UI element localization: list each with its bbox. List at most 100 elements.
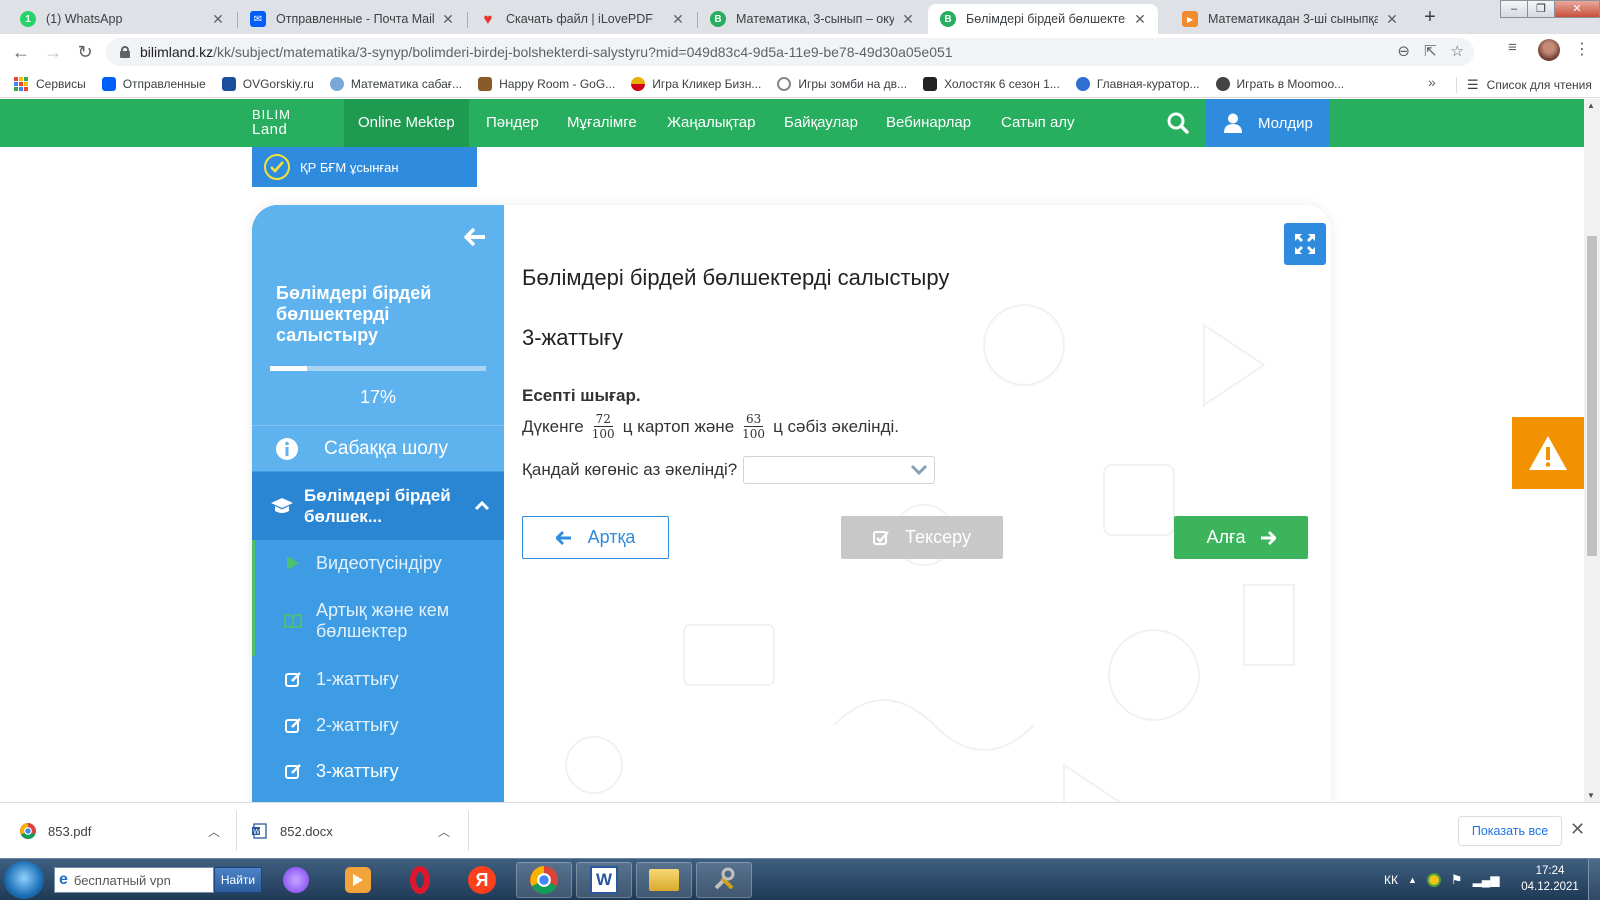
- download-item-docx[interactable]: W 852.docx ︿: [252, 803, 450, 859]
- sidebar-item-theory[interactable]: Артық және кем бөлшектер: [252, 586, 504, 656]
- browser-tab-mail[interactable]: ✉ Отправленные - Почта Mail.ru ✕: [238, 4, 466, 34]
- nav-webinars[interactable]: Вебинарлар: [872, 99, 985, 147]
- close-window-button[interactable]: ✕: [1554, 0, 1600, 18]
- close-tab-icon[interactable]: ✕: [1384, 11, 1400, 28]
- browser-tab-matematika[interactable]: B Математика, 3-сынып – окушы ✕: [698, 4, 926, 34]
- bookmark-item[interactable]: Главная-куратор...: [1075, 76, 1200, 91]
- share-icon[interactable]: ⇱: [1424, 42, 1437, 60]
- forward-arrow-icon[interactable]: →: [40, 40, 66, 66]
- bookmarks-more-button[interactable]: »: [1428, 74, 1436, 90]
- sidebar-item-exercise-1[interactable]: 1-жаттығу: [252, 656, 504, 702]
- search-icon[interactable]: [1166, 111, 1190, 135]
- user-menu-button[interactable]: Молдир: [1206, 99, 1330, 147]
- chevron-up-icon[interactable]: ︿: [208, 823, 220, 840]
- close-tab-icon[interactable]: ✕: [210, 11, 226, 28]
- tools-app-icon[interactable]: [696, 862, 752, 898]
- browser-tab-ilovepdf[interactable]: ♥ Скачать файл | iLovePDF ✕: [468, 4, 696, 34]
- nav-buy[interactable]: Сатып алу: [987, 99, 1089, 147]
- tray-app-icon[interactable]: [1426, 873, 1441, 887]
- nav-teachers[interactable]: Мұғалімге: [553, 99, 651, 147]
- check-button[interactable]: Тексеру: [841, 516, 1003, 559]
- scroll-up-icon[interactable]: ▲: [1587, 101, 1595, 110]
- scrollbar-thumb[interactable]: [1587, 236, 1597, 556]
- bookmark-item[interactable]: Играть в Moomoo...: [1215, 76, 1344, 91]
- minimize-button[interactable]: –: [1500, 0, 1528, 18]
- nav-online-mektep[interactable]: Online Mektep: [344, 99, 469, 147]
- sidebar-item-label: 2-жаттығу: [316, 714, 399, 735]
- browser-tab-video[interactable]: ▶ Математикадан 3-ші сыныпқа ✕: [1170, 4, 1410, 34]
- chevron-up-icon[interactable]: ︿: [438, 823, 450, 840]
- bookmark-item[interactable]: Холостяк 6 сезон 1...: [923, 76, 1060, 91]
- flag-icon[interactable]: ⚑: [1451, 872, 1463, 888]
- close-tab-icon[interactable]: ✕: [670, 11, 686, 28]
- mail-icon: ✉: [250, 11, 266, 27]
- network-icon[interactable]: ▂▄▆: [1473, 873, 1500, 887]
- tab-title: (1) WhatsApp: [46, 12, 123, 26]
- download-item-pdf[interactable]: 853.pdf ︿: [20, 803, 220, 859]
- ministry-badge: ҚР БҒМ ұсынған: [252, 147, 477, 187]
- taskbar-clock[interactable]: 17:24 04.12.2021: [1520, 863, 1580, 895]
- reading-list-button[interactable]: ☰ Список для чтения: [1456, 77, 1592, 93]
- maximize-button[interactable]: ❐: [1527, 0, 1555, 18]
- collapse-arrow-icon[interactable]: [464, 227, 488, 251]
- url-host: bilimland.kz: [140, 44, 214, 60]
- tray-expand-icon[interactable]: ▲: [1408, 875, 1417, 885]
- opera-icon[interactable]: [392, 862, 448, 898]
- nav-subjects[interactable]: Пәндер: [472, 99, 553, 147]
- nav-news[interactable]: Жаңалықтар: [653, 99, 769, 147]
- show-all-downloads-button[interactable]: Показать все: [1458, 816, 1562, 846]
- menu-dots-icon[interactable]: ⋮: [1574, 39, 1590, 59]
- scroll-down-icon[interactable]: ▼: [1587, 791, 1595, 800]
- bookmark-item[interactable]: Игры зомби на дв...: [777, 76, 907, 91]
- alice-app-icon[interactable]: [268, 862, 324, 898]
- sidebar-item-exercise-3[interactable]: 3-жаттығу: [252, 748, 504, 794]
- arrow-left-icon: [555, 530, 572, 545]
- nav-contests[interactable]: Байқаулар: [770, 99, 872, 147]
- bookmark-item[interactable]: OVGorskiy.ru: [221, 76, 314, 91]
- bilimland-logo[interactable]: BILIM Land: [252, 107, 291, 137]
- new-tab-button[interactable]: +: [1418, 6, 1442, 30]
- chevron-up-icon: [474, 501, 490, 511]
- close-downloads-icon[interactable]: ✕: [1570, 819, 1585, 840]
- taskbar-find-button[interactable]: Найти: [214, 867, 262, 893]
- close-tab-icon[interactable]: ✕: [1132, 11, 1148, 28]
- next-button[interactable]: Алға: [1174, 516, 1308, 559]
- bookmark-item[interactable]: Happy Room - GoG...: [478, 76, 615, 91]
- start-button[interactable]: [4, 861, 44, 899]
- answer-select[interactable]: [743, 456, 936, 484]
- taskbar-search-input[interactable]: e бесплатный vpn: [54, 867, 214, 893]
- bookmark-apps[interactable]: Сервисы: [14, 76, 86, 91]
- chrome-taskbar-icon[interactable]: [516, 862, 572, 898]
- sidebar-item-review[interactable]: Сабаққа шолу: [252, 425, 504, 471]
- sidebar-item-label: Видеотүсіндіру: [316, 552, 442, 573]
- address-bar[interactable]: bilimland.kz/kk/subject/matematika/3-syn…: [106, 38, 1474, 66]
- fullscreen-button[interactable]: [1284, 223, 1326, 265]
- reading-mode-icon[interactable]: ≡: [1508, 39, 1517, 56]
- sidebar-item-video[interactable]: Видеотүсіндіру: [252, 540, 504, 586]
- bookmark-item[interactable]: Отправленные: [101, 76, 206, 91]
- word-taskbar-icon[interactable]: W: [576, 862, 632, 898]
- browser-tab-active[interactable]: B Бөлімдері бірдей бөлшектерді ✕: [928, 4, 1158, 34]
- reload-icon[interactable]: ↻: [72, 40, 98, 66]
- page-scrollbar[interactable]: ▲ ▼: [1584, 99, 1600, 802]
- task-statement: Дүкенге 72 100 ц картоп және 63 100 ц сә…: [522, 412, 899, 441]
- back-button[interactable]: Артқа: [522, 516, 669, 559]
- yandex-browser-icon[interactable]: Я: [454, 862, 510, 898]
- zoom-icon[interactable]: ⊖: [1397, 42, 1410, 60]
- browser-tab-whatsapp[interactable]: 1 (1) WhatsApp ✕: [8, 4, 236, 34]
- report-error-button[interactable]: [1512, 417, 1584, 489]
- media-player-icon[interactable]: [330, 862, 386, 898]
- file-explorer-icon[interactable]: [636, 862, 692, 898]
- back-arrow-icon[interactable]: ←: [8, 40, 34, 66]
- warning-icon: [1529, 436, 1567, 470]
- profile-avatar[interactable]: [1538, 39, 1560, 61]
- sidebar-item-exercise-2[interactable]: 2-жаттығу: [252, 702, 504, 748]
- close-tab-icon[interactable]: ✕: [440, 11, 456, 28]
- language-indicator[interactable]: КК: [1384, 873, 1398, 887]
- show-desktop-button[interactable]: [1588, 859, 1600, 900]
- close-tab-icon[interactable]: ✕: [900, 11, 916, 28]
- bookmark-item[interactable]: Игра Кликер Бизн...: [631, 76, 761, 91]
- sidebar-section-current[interactable]: Бөлімдері бірдей бөлшек...: [252, 472, 504, 540]
- bookmark-item[interactable]: Математика сабағ...: [329, 76, 462, 91]
- bookmark-star-icon[interactable]: ☆: [1451, 42, 1464, 60]
